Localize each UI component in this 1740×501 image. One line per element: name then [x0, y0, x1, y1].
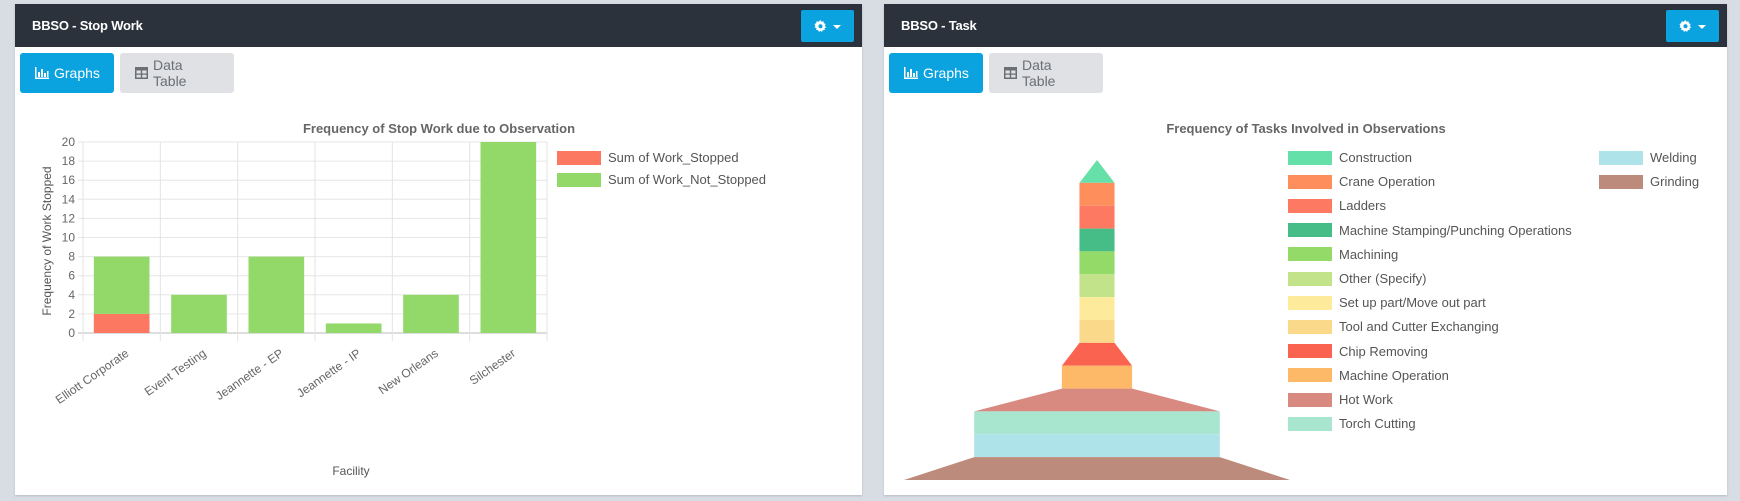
funnel-segment[interactable] — [974, 434, 1220, 458]
y-tick-label: 6 — [68, 269, 75, 283]
legend-item[interactable]: Chip Removing — [1288, 344, 1428, 359]
funnel-segment[interactable] — [1079, 251, 1115, 275]
funnel-segment[interactable] — [1079, 320, 1115, 343]
y-tick-label: 16 — [62, 173, 76, 187]
bar-segment[interactable] — [171, 294, 227, 333]
legend-label: Construction — [1339, 150, 1412, 165]
funnel-segment[interactable] — [1079, 274, 1115, 298]
task-panel: BBSO - Task Graphs Data Table Frequency … — [884, 4, 1727, 495]
legend-label: Torch Cutting — [1339, 416, 1416, 432]
legend-swatch — [1288, 344, 1332, 359]
legend-item[interactable]: Sum of Work_Stopped — [557, 150, 739, 165]
legend-swatch — [1288, 247, 1332, 262]
legend-label: Hot Work — [1339, 392, 1393, 407]
legend-item[interactable]: Machining — [1288, 247, 1398, 262]
x-tick-label: Event Testing — [142, 346, 209, 399]
legend-item[interactable]: Crane Operation — [1288, 174, 1435, 189]
legend-label: Sum of Work_Not_Stopped — [608, 172, 767, 187]
funnel-segment[interactable] — [1061, 365, 1133, 389]
bar-segment[interactable] — [248, 256, 305, 333]
x-axis-label: Facility — [332, 464, 369, 478]
legend-swatch — [1288, 150, 1332, 165]
funnel-segment[interactable] — [1079, 182, 1115, 206]
funnel-segment[interactable] — [974, 388, 1220, 412]
legend-item[interactable]: Torch Cutting — [1288, 416, 1416, 431]
funnel-segment[interactable] — [974, 411, 1220, 435]
funnel-segment[interactable] — [1061, 342, 1133, 366]
legend-swatch — [1288, 271, 1332, 286]
x-tick-label: Elliott Corporate — [53, 346, 132, 407]
legend-label: Machine Operation — [1339, 367, 1449, 383]
funnel-segment[interactable] — [1079, 297, 1115, 320]
legend-label: Tool and Cutter Exchanging — [1339, 319, 1499, 335]
legend-item[interactable]: Grinding — [1599, 174, 1699, 189]
legend-swatch — [1288, 392, 1332, 407]
funnel-segment[interactable] — [904, 457, 1290, 480]
bar-segment[interactable] — [93, 256, 150, 314]
legend-item[interactable]: Ladders — [1288, 198, 1386, 213]
y-tick-label: 12 — [62, 211, 76, 225]
y-tick-label: 14 — [62, 192, 76, 206]
legend-swatch — [557, 172, 601, 187]
legend-label: Machining — [1339, 246, 1399, 262]
x-tick-label: New Orleans — [376, 346, 441, 397]
legend-swatch — [1599, 150, 1643, 165]
y-tick-label: 18 — [62, 154, 76, 168]
x-tick-label: Silchester — [467, 346, 518, 388]
bar-segment[interactable] — [93, 313, 150, 333]
legend-label: Sum of Work_Stopped — [608, 150, 739, 165]
y-axis-label: Frequency of Work Stopped — [40, 166, 54, 315]
y-tick-label: 10 — [62, 231, 76, 245]
y-tick-label: 8 — [68, 250, 75, 264]
y-tick-label: 4 — [68, 288, 75, 302]
stop-work-panel: BBSO - Stop Work Graphs Data Table Frequ… — [15, 4, 862, 495]
legend-swatch — [1599, 174, 1643, 189]
legend-item[interactable]: Set up part/Move out part — [1288, 295, 1486, 310]
legend-item[interactable]: Other (Specify) — [1288, 271, 1426, 286]
legend-label: Machine Stamping/Punching Operations — [1339, 222, 1572, 238]
x-tick-label: Jeannette - EP — [213, 346, 286, 403]
y-tick-label: 0 — [68, 326, 75, 340]
legend-label: Grinding — [1650, 174, 1700, 190]
legend-swatch — [1288, 319, 1332, 334]
legend-item[interactable]: Hot Work — [1288, 392, 1393, 407]
funnel-segment[interactable] — [1079, 160, 1115, 183]
legend-swatch — [1288, 198, 1332, 213]
legend-label: Other (Specify) — [1339, 271, 1427, 286]
legend-item[interactable]: Sum of Work_Not_Stopped — [557, 172, 766, 187]
stop-work-bar-chart: Frequency of Stop Work due to Observatio… — [40, 121, 575, 478]
legend-swatch — [557, 150, 601, 165]
legend-swatch — [1288, 368, 1332, 383]
legend-item[interactable]: Construction — [1288, 150, 1412, 165]
legend-swatch — [1288, 295, 1332, 310]
legend-swatch — [1288, 416, 1332, 431]
legend-label: Ladders — [1339, 198, 1386, 214]
legend-label: Chip Removing — [1339, 343, 1428, 359]
legend-item[interactable]: Machine Stamping/Punching Operations — [1288, 223, 1572, 238]
chart-title: Frequency of Tasks Involved in Observati… — [1166, 121, 1445, 136]
legend-swatch — [1288, 223, 1332, 238]
legend-swatch — [1288, 174, 1332, 189]
funnel-segment[interactable] — [1079, 205, 1115, 229]
chart-title: Frequency of Stop Work due to Observatio… — [303, 121, 575, 136]
funnel-segment[interactable] — [1079, 228, 1115, 252]
x-tick-label: Jeannette - IP — [294, 346, 363, 400]
legend-label: Crane Operation — [1339, 174, 1436, 190]
y-tick-label: 2 — [68, 307, 75, 321]
legend-label: Set up part/Move out part — [1339, 295, 1486, 311]
legend-label: Welding — [1650, 150, 1697, 165]
bar-segment[interactable] — [403, 294, 459, 333]
legend-item[interactable]: Welding — [1599, 150, 1697, 165]
legend-item[interactable]: Tool and Cutter Exchanging — [1288, 319, 1499, 334]
legend-item[interactable]: Machine Operation — [1288, 368, 1449, 383]
bar-segment[interactable] — [325, 323, 382, 333]
bar-segment[interactable] — [480, 142, 537, 333]
y-tick-label: 20 — [62, 135, 76, 149]
